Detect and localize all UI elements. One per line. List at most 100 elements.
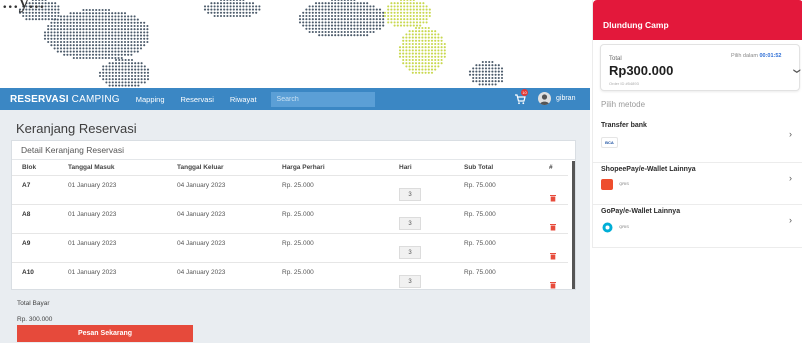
hari-quantity-input[interactable]: 3	[399, 216, 421, 230]
map-dot	[383, 14, 387, 18]
map-dot	[124, 71, 127, 74]
map-dot	[98, 34, 101, 37]
map-dot	[402, 36, 405, 39]
map-dot	[419, 14, 422, 18]
map-dot	[372, 27, 375, 30]
trash-icon[interactable]	[549, 252, 557, 260]
map-dot	[387, 14, 390, 18]
map-dot	[53, 28, 56, 31]
map-dot	[107, 53, 111, 56]
map-dot	[120, 47, 123, 50]
map-dot	[419, 11, 422, 14]
nav-riwayat[interactable]: Riwayat	[230, 95, 257, 104]
trash-icon[interactable]	[549, 194, 557, 202]
world-map-dots	[18, 0, 504, 87]
map-dot	[44, 8, 47, 11]
map-dot	[47, 11, 50, 14]
map-dot	[242, 8, 245, 11]
table-scrollbar[interactable]	[572, 161, 575, 289]
chevron-down-icon[interactable]: ❯	[793, 68, 801, 74]
nav-mapping[interactable]: Mapping	[136, 95, 165, 104]
map-dot	[382, 24, 385, 27]
brand-logo[interactable]: RESERVASI CAMPING	[10, 94, 120, 105]
pesan-sekarang-button[interactable]: Pesan Sekarang	[17, 325, 193, 342]
map-dot	[47, 2, 50, 5]
map-dot	[98, 44, 101, 47]
map-dot	[88, 24, 91, 28]
map-dot	[120, 15, 123, 18]
method-gopay[interactable]: GoPay/e-Wallet Lainnya QRIS ›	[593, 207, 802, 247]
map-dot	[85, 53, 88, 56]
map-dot	[308, 30, 311, 34]
map-dot	[79, 40, 82, 44]
divider	[593, 204, 802, 205]
map-dot	[408, 39, 411, 42]
map-dot	[140, 78, 143, 81]
payment-total-card[interactable]: Total Rp300.000 Order ID #54893 Pilih da…	[600, 44, 800, 91]
map-dot	[330, 24, 334, 27]
table-row: A9 01 January 2023 04 January 2023 Rp. 25.0…	[12, 232, 568, 262]
trash-icon[interactable]	[549, 223, 557, 231]
map-dot	[396, 11, 399, 14]
map-dot	[393, 2, 396, 5]
map-dot	[239, 5, 242, 8]
map-dot	[497, 67, 500, 70]
map-dot	[72, 15, 75, 18]
map-dot	[327, 2, 330, 5]
method-transfer-bank[interactable]: Transfer bank BCA ›	[593, 120, 802, 162]
map-dot	[95, 28, 98, 31]
map-dot	[421, 62, 424, 65]
map-dot	[305, 8, 308, 11]
map-dot	[366, 2, 369, 5]
map-dot	[318, 30, 321, 34]
cell-tanggal-keluar: 04 January 2023	[167, 232, 272, 262]
map-dot	[117, 12, 120, 15]
map-dot	[321, 34, 324, 37]
map-dot	[79, 31, 82, 34]
map-dot	[124, 58, 127, 62]
map-dot	[427, 71, 430, 74]
map-dot	[127, 50, 130, 53]
map-dot	[66, 28, 69, 31]
map-dot	[31, 18, 34, 21]
map-dot	[343, 5, 346, 8]
map-dot	[337, 21, 340, 24]
hari-quantity-input[interactable]: 3	[399, 245, 421, 259]
map-dot	[340, 21, 343, 24]
map-dot	[143, 74, 146, 78]
search-input[interactable]	[270, 91, 375, 107]
user-avatar-icon[interactable]	[538, 92, 551, 105]
username-label[interactable]: gibran	[556, 95, 575, 102]
map-dot	[324, 24, 327, 27]
map-dot	[133, 47, 136, 50]
map-dot	[318, 11, 321, 14]
map-dot	[120, 44, 123, 47]
map-dot	[468, 73, 472, 76]
map-dot	[130, 62, 134, 65]
map-dot	[362, 27, 366, 30]
map-dot	[346, 27, 350, 30]
map-dot	[114, 74, 118, 78]
method-shopeepay[interactable]: ShopeePay/e-Wallet Lainnya QRIS ›	[593, 165, 802, 205]
map-dot	[213, 11, 216, 14]
map-dot	[408, 55, 411, 58]
map-dot	[88, 15, 91, 18]
map-dot	[117, 37, 120, 40]
map-dot	[321, 2, 324, 5]
trash-icon[interactable]	[549, 281, 557, 289]
cell-harga: Rp. 25.000	[272, 261, 389, 289]
hari-quantity-input[interactable]: 3	[399, 274, 421, 288]
map-dot	[75, 21, 79, 24]
map-dot	[494, 67, 497, 70]
map-dot	[415, 2, 419, 5]
map-dot	[111, 50, 114, 53]
nav-reservasi[interactable]: Reservasi	[181, 95, 214, 104]
map-dot	[72, 28, 75, 31]
map-dot	[130, 84, 134, 87]
map-dot	[409, 14, 412, 18]
cart-button[interactable]: 10	[514, 89, 528, 106]
map-dot	[57, 8, 60, 11]
map-dot	[111, 18, 114, 21]
map-dot	[54, 8, 57, 11]
hari-quantity-input[interactable]: 3	[399, 187, 421, 201]
